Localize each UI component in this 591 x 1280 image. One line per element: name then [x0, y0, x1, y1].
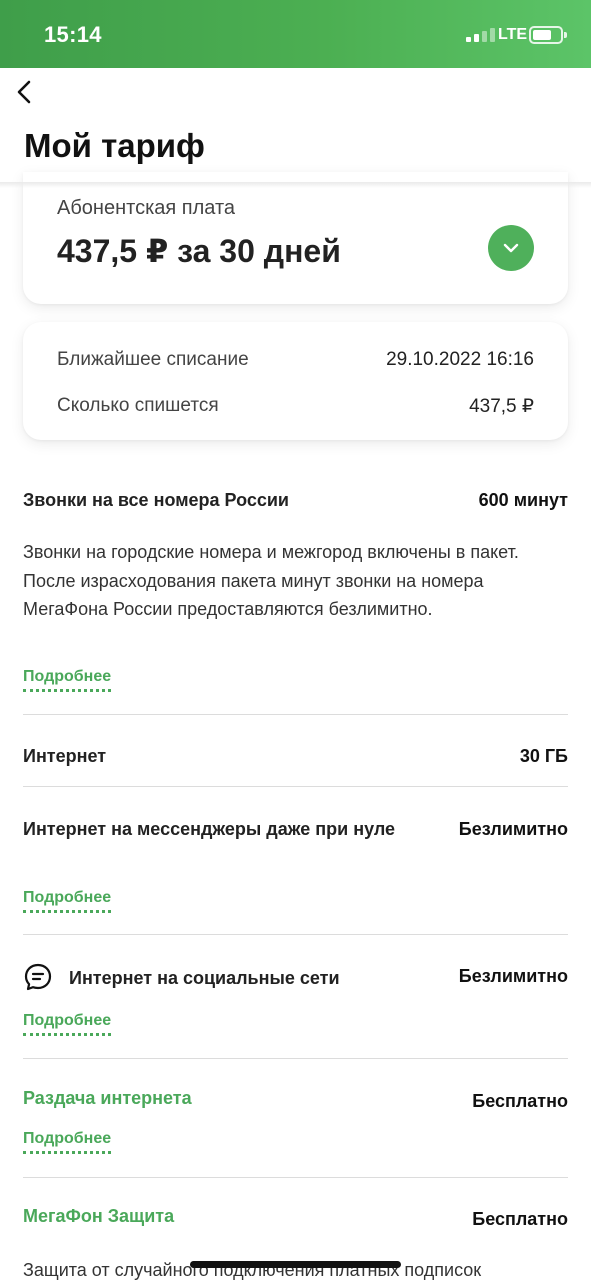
list-item-calls: Звонки на все номера России 600 минут Зв… — [23, 486, 568, 692]
list-item-internet: Интернет 30 ГБ — [23, 742, 568, 770]
more-link[interactable]: Подробнее — [23, 668, 112, 692]
list-item-tethering: Раздача интернета Бесплатно Подробнее — [23, 1084, 568, 1154]
item-value: Безлимитно — [458, 966, 568, 986]
charge-amount-row: Сколько спишется 437,5 ₽ — [57, 395, 534, 418]
status-bar: 15:14 LTE — [0, 0, 591, 68]
item-value: 600 минут — [478, 490, 568, 510]
charge-amount-label: Сколько спишется — [57, 395, 219, 416]
divider — [23, 934, 568, 935]
more-link[interactable]: Подробнее — [23, 889, 112, 913]
divider — [23, 714, 568, 715]
charge-card: Ближайшее списание 29.10.2022 16:16 Скол… — [23, 322, 568, 440]
item-description: Звонки на городские номера и межгород вк… — [23, 542, 519, 620]
chevron-down-icon — [503, 243, 519, 253]
item-value: Бесплатно — [472, 1209, 568, 1229]
header-shadow — [0, 182, 591, 188]
fee-value: 437,5 ₽ за 30 дней — [57, 233, 341, 269]
list-item-social: Интернет на социальные сети Безлимитно П… — [23, 963, 568, 1036]
back-button[interactable] — [10, 78, 38, 106]
expand-button[interactable] — [488, 225, 534, 271]
next-charge-value: 29.10.2022 16:16 — [386, 349, 534, 370]
list-item-messengers: Интернет на мессенджеры даже при нуле Бе… — [23, 815, 568, 913]
item-value: Бесплатно — [472, 1091, 568, 1111]
battery-icon — [529, 26, 567, 44]
item-description: Защита от случайного подключения платных… — [23, 1260, 482, 1280]
next-charge-row: Ближайшее списание 29.10.2022 16:16 — [57, 349, 534, 371]
chevron-left-icon — [17, 80, 31, 104]
more-link[interactable]: Подробнее — [23, 1012, 112, 1036]
home-indicator — [190, 1261, 401, 1268]
fee-label: Абонентская плата — [57, 197, 236, 219]
next-charge-label: Ближайшее списание — [57, 349, 249, 370]
item-value: Безлимитно — [458, 819, 568, 839]
signal-icon — [466, 28, 495, 42]
divider — [23, 1058, 568, 1059]
divider — [23, 786, 568, 787]
item-title: Интернет на мессенджеры даже при нуле — [23, 819, 396, 839]
divider — [23, 1177, 568, 1178]
more-link[interactable]: Подробнее — [23, 1130, 112, 1154]
chat-bubble-icon — [24, 963, 52, 991]
item-title: Интернет — [23, 746, 107, 766]
subscription-fee-card: Абонентская плата 437,5 ₽ за 30 дней — [23, 172, 568, 304]
status-time: 15:14 — [44, 22, 102, 47]
list-item-protection: МегаФон Защита Бесплатно Защита от случа… — [23, 1202, 568, 1280]
item-value: 30 ГБ — [519, 746, 568, 766]
charge-amount-value: 437,5 ₽ — [469, 396, 534, 417]
network-type: LTE — [498, 26, 528, 43]
page-title: Мой тариф — [24, 127, 205, 164]
